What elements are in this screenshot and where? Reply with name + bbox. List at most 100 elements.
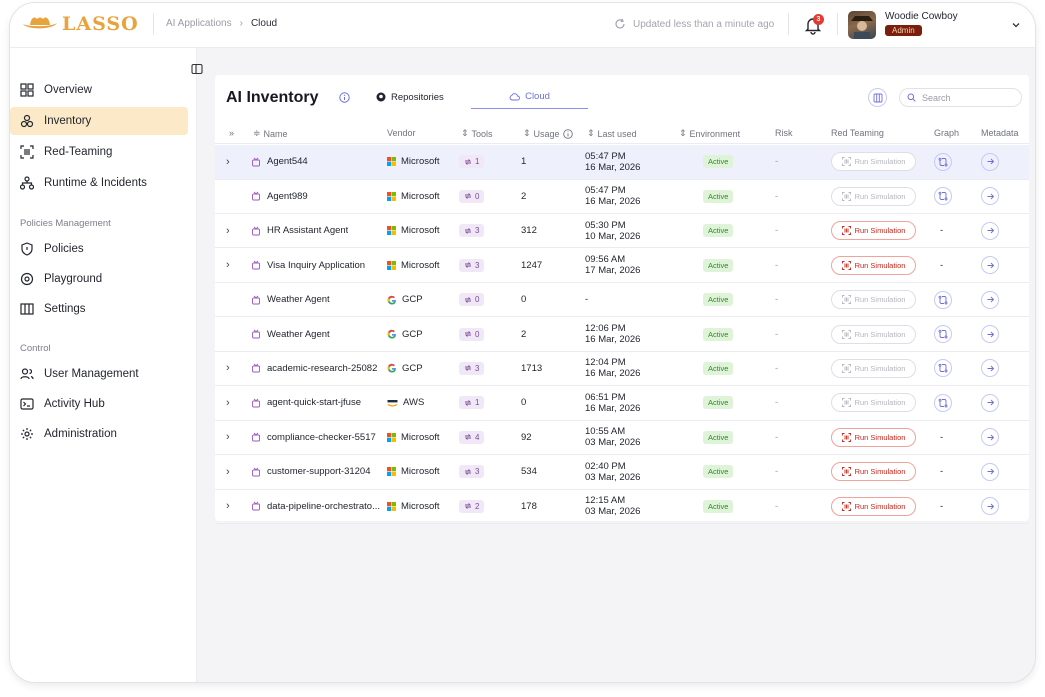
metadata-button[interactable] (981, 497, 999, 516)
run-simulation-button[interactable]: Run Simulation (831, 462, 916, 482)
table-row[interactable]: › customer-support-31204 Microsoft 3 534 02:4… (215, 455, 1029, 490)
table-row[interactable]: Agent989 Microsoft 0 2 05:47 PM 16 Mar, 2026 A… (215, 179, 1029, 214)
expand-row-icon[interactable]: › (226, 386, 230, 420)
search-input[interactable] (922, 92, 1012, 103)
tab-cloud[interactable]: Cloud (471, 85, 588, 109)
run-simulation-button[interactable]: Run Simulation (831, 324, 916, 344)
tools-badge[interactable]: 2 (459, 499, 485, 513)
run-simulation-button[interactable]: Run Simulation (831, 221, 916, 241)
user-name[interactable]: Woodie Cowboy (885, 11, 958, 22)
sidebar-item-activity-hub[interactable]: Activity Hub (10, 390, 188, 418)
tools-badge[interactable]: 3 (459, 361, 485, 375)
sidebar-item-inventory[interactable]: Inventory (10, 107, 188, 135)
metadata-button[interactable] (981, 256, 999, 275)
refresh-status[interactable]: Updated less than a minute ago (614, 18, 774, 30)
graph-button[interactable] (934, 187, 952, 206)
tools-badge[interactable]: 0 (459, 293, 485, 307)
table-row[interactable]: › Visa Inquiry Application Microsoft 3 1247 0… (215, 248, 1029, 283)
agent-name-cell[interactable]: Weather Agent (251, 283, 330, 317)
run-simulation-button[interactable]: Run Simulation (831, 427, 916, 447)
agent-name-cell[interactable]: academic-research-25082 (251, 352, 377, 386)
search-box[interactable] (899, 88, 1022, 107)
sidebar-item-overview[interactable]: Overview (10, 76, 188, 104)
tools-badge[interactable]: 0 (459, 189, 485, 203)
run-simulation-button[interactable]: Run Simulation (831, 290, 916, 310)
expand-row-icon[interactable]: › (226, 490, 230, 524)
tools-badge[interactable]: 3 (459, 258, 485, 272)
tools-badge[interactable]: 1 (459, 396, 485, 410)
chevron-down-icon[interactable] (1011, 20, 1021, 30)
sidebar-item-user-management[interactable]: User Management (10, 360, 188, 388)
column-settings-button[interactable] (868, 88, 887, 107)
agent-name-cell[interactable]: Agent989 (251, 179, 308, 213)
expand-row-icon[interactable]: › (226, 421, 230, 455)
logo[interactable]: LASSO (22, 13, 139, 35)
expand-row-icon[interactable]: › (226, 145, 230, 179)
tab-repositories[interactable]: Repositories (376, 85, 444, 109)
metadata-button[interactable] (981, 187, 999, 206)
run-simulation-button[interactable]: Run Simulation (831, 152, 916, 172)
sidebar-item-policies[interactable]: Policies (10, 235, 188, 263)
info-icon[interactable] (339, 92, 350, 103)
agent-name-cell[interactable]: Visa Inquiry Application (251, 248, 365, 282)
agent-name-cell[interactable]: customer-support-31204 (251, 455, 371, 489)
table-row[interactable]: › HR Assistant Agent Microsoft 3 312 05:30 PM… (215, 214, 1029, 249)
agent-name-cell[interactable]: HR Assistant Agent (251, 214, 348, 248)
graph-button[interactable] (934, 359, 952, 378)
info-icon[interactable] (562, 128, 573, 139)
table-row[interactable]: › data-pipeline-orchestrato... Microsoft 2 1… (215, 490, 1029, 524)
tools-badge[interactable]: 4 (459, 430, 485, 444)
metadata-button[interactable] (981, 393, 999, 412)
metadata-button[interactable] (981, 221, 999, 240)
metadata-button[interactable] (981, 428, 999, 447)
tools-badge[interactable]: 0 (459, 327, 485, 341)
last-used-date: 03 Mar, 2026 (585, 437, 641, 449)
graph-button[interactable] (934, 152, 952, 171)
agent-name-cell[interactable]: agent-quick-start-jfuse (251, 386, 361, 420)
run-simulation-button[interactable]: Run Simulation (831, 255, 916, 275)
avatar[interactable] (848, 11, 876, 39)
agent-name-cell[interactable]: Agent544 (251, 145, 308, 179)
run-simulation-button[interactable]: Run Simulation (831, 393, 916, 413)
run-simulation-button[interactable]: Run Simulation (831, 496, 916, 516)
breadcrumb-parent[interactable]: AI Applications (166, 18, 232, 29)
metadata-button[interactable] (981, 325, 999, 343)
expand-row-icon[interactable]: › (226, 248, 230, 282)
column-header-name[interactable]: ≑ Name (253, 128, 288, 139)
sidebar-item-administration[interactable]: Administration (10, 420, 188, 448)
expand-row-icon[interactable]: › (226, 214, 230, 248)
table-row[interactable]: Weather Agent GCP 0 2 12:06 PM 16 Mar, 2026 Ac… (215, 317, 1029, 352)
metadata-button[interactable] (981, 152, 999, 171)
table-row[interactable]: › academic-research-25082 GCP 3 1713 12:04 PM… (215, 352, 1029, 387)
expand-row-icon[interactable]: › (226, 352, 230, 386)
expand-all-icon[interactable]: » (229, 128, 234, 138)
tools-badge[interactable]: 3 (459, 224, 485, 238)
agent-name-cell[interactable]: Weather Agent (251, 317, 330, 351)
metadata-button[interactable] (981, 462, 999, 481)
column-header-environment[interactable]: ⇕ Environment (679, 128, 740, 139)
sidebar-item-settings[interactable]: Settings (10, 295, 188, 323)
agent-name-cell[interactable]: compliance-checker-5517 (251, 421, 376, 455)
expand-row-icon[interactable]: › (226, 455, 230, 489)
run-simulation-button[interactable]: Run Simulation (831, 358, 916, 378)
run-simulation-button[interactable]: Run Simulation (831, 186, 916, 206)
column-header-usage[interactable]: ⇕ Usage (523, 128, 573, 139)
sidebar-item-red-teaming[interactable]: Red-Teaming (10, 138, 188, 166)
table-row[interactable]: › agent-quick-start-jfuse AWS 1 0 06:51 PM 16 … (215, 386, 1029, 421)
graph-button[interactable] (934, 325, 952, 343)
tools-badge[interactable]: 1 (459, 155, 485, 169)
table-row[interactable]: › Agent544 Microsoft 1 1 05:47 PM 16 Mar, 2026… (215, 145, 1029, 180)
column-header-tools[interactable]: ⇕ Tools (461, 128, 493, 139)
agent-name-cell[interactable]: data-pipeline-orchestrato... (251, 490, 380, 524)
metadata-button[interactable] (981, 290, 999, 309)
sidebar-collapse-icon[interactable] (191, 63, 203, 75)
sidebar-item-runtime[interactable]: Runtime & Incidents (10, 169, 188, 197)
table-row[interactable]: › compliance-checker-5517 Microsoft 4 92 10:5… (215, 421, 1029, 456)
sidebar-item-playground[interactable]: Playground (10, 265, 188, 293)
table-row[interactable]: Weather Agent GCP 0 0 - Active - Run Simulation (215, 283, 1029, 318)
graph-button[interactable] (934, 290, 952, 309)
graph-button[interactable] (934, 393, 952, 412)
tools-badge[interactable]: 3 (459, 465, 485, 479)
metadata-button[interactable] (981, 359, 999, 378)
column-header-last-used[interactable]: ⇕ Last used (587, 128, 637, 139)
